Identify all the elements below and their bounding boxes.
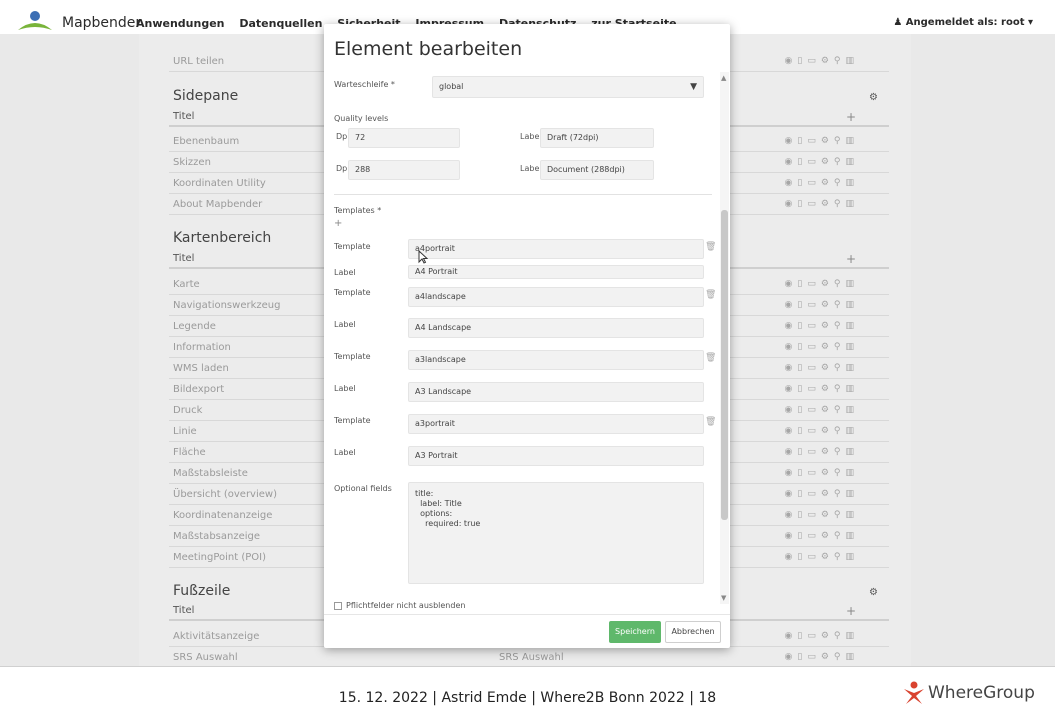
queue-select[interactable]: global ▼ [432, 76, 704, 98]
quality-label-input[interactable]: Draft (72dpi) [540, 128, 654, 148]
brand-name[interactable]: Mapbender [62, 15, 141, 31]
row-actions[interactable]: ◉▯▭⚙⚲▥ [785, 484, 859, 505]
template-label-label: Label [334, 448, 356, 457]
optional-fields-label: Optional fields [334, 484, 392, 493]
row-actions[interactable]: ◉▯▭⚙⚲▥ [785, 442, 859, 463]
template-input[interactable]: a4landscape [408, 287, 704, 307]
template-input[interactable]: a3portrait [408, 414, 704, 434]
template-input[interactable]: a4portrait [408, 239, 704, 259]
quality-label-label: Label [520, 132, 542, 141]
template-label: Template [334, 242, 371, 251]
nav-datasources[interactable]: Datenquellen [239, 17, 322, 30]
divider [334, 194, 712, 195]
row-actions[interactable]: ◉▯▭⚙⚲▥ [785, 274, 859, 295]
nav-applications[interactable]: Anwendungen [136, 17, 225, 30]
trash-icon[interactable]: 🗑 [705, 242, 716, 252]
row-actions[interactable]: ◉▯▭⚙⚲▥ [785, 51, 859, 72]
edit-element-dialog: Element bearbeiten Warteschleife * globa… [324, 24, 730, 648]
template-label-label: Label [334, 384, 356, 393]
save-button[interactable]: Speichern [609, 621, 661, 643]
row-actions[interactable]: ◉▯▭⚙⚲▥ [785, 463, 859, 484]
user-menu[interactable]: ♟ Angemeldet als: root ▾ [893, 17, 1033, 28]
template-label: Template [334, 416, 371, 425]
template-label: Template [334, 288, 371, 297]
template-label-input[interactable]: A3 Portrait [408, 446, 704, 466]
dialog-title: Element bearbeiten [334, 38, 523, 60]
gear-icon[interactable]: ⚙ [869, 92, 878, 103]
chevron-down-icon: ▾ [1027, 17, 1033, 28]
row-actions[interactable]: ◉▯▭⚙⚲▥ [785, 316, 859, 337]
wheregroup-brand: WhereGroup [928, 683, 1035, 703]
row-actions[interactable]: ◉▯▭⚙⚲▥ [785, 421, 859, 442]
cancel-button[interactable]: Abbrechen [665, 621, 721, 643]
row-actions[interactable]: ◉▯▭⚙⚲▥ [785, 337, 859, 358]
template-label-input[interactable]: A4 Portrait [408, 265, 704, 279]
templates-label: Templates * [334, 206, 382, 215]
row-actions[interactable]: ◉▯▭⚙⚲▥ [785, 547, 859, 568]
trash-icon[interactable]: 🗑 [705, 353, 716, 363]
row-actions[interactable]: ◉▯▭⚙⚲▥ [785, 647, 859, 666]
user-label: Angemeldet als: root [905, 17, 1025, 28]
add-element-icon[interactable]: + [846, 107, 856, 127]
mapbender-logo-icon[interactable] [16, 10, 54, 36]
quality-label-label: Label [520, 164, 542, 173]
scroll-down-icon[interactable]: ▼ [721, 594, 726, 602]
row-actions[interactable]: ◉▯▭⚙⚲▥ [785, 358, 859, 379]
scroll-up-icon[interactable]: ▲ [721, 74, 726, 82]
template-input[interactable]: a3landscape [408, 350, 704, 370]
dialog-body: Warteschleife * global ▼ Quality levels … [324, 68, 730, 613]
table-row[interactable]: SRS Auswahl SRS Auswahl ◉▯▭⚙⚲▥ [169, 647, 889, 666]
quality-label-input[interactable]: Document (288dpi) [540, 160, 654, 180]
hide-required-checkbox[interactable] [334, 602, 342, 610]
row-actions[interactable]: ◉▯▭⚙⚲▥ [785, 400, 859, 421]
trash-icon[interactable]: 🗑 [705, 290, 716, 300]
template-label-input[interactable]: A3 Landscape [408, 382, 704, 402]
gear-icon[interactable]: ⚙ [869, 587, 878, 598]
hide-required-label: Pflichtfelder nicht ausblenden [346, 601, 466, 610]
row-actions[interactable]: ◉▯▭⚙⚲▥ [785, 152, 859, 173]
add-element-icon[interactable]: + [846, 601, 856, 621]
row-actions[interactable]: ◉▯▭⚙⚲▥ [785, 379, 859, 400]
dpi-input[interactable]: 288 [348, 160, 460, 180]
chevron-down-icon: ▼ [690, 82, 697, 92]
wheregroup-logo-icon [904, 681, 924, 704]
dialog-footer: Speichern Abbrechen [324, 614, 730, 648]
row-actions[interactable]: ◉▯▭⚙⚲▥ [785, 526, 859, 547]
scrollbar-thumb[interactable] [721, 210, 728, 520]
row-actions[interactable]: ◉▯▭⚙⚲▥ [785, 173, 859, 194]
add-template-icon[interactable]: + [334, 218, 342, 229]
mouse-cursor-icon [418, 250, 428, 264]
queue-label: Warteschleife * [334, 80, 395, 89]
user-icon: ♟ [893, 17, 903, 28]
template-label-input[interactable]: A4 Landscape [408, 318, 704, 338]
row-actions[interactable]: ◉▯▭⚙⚲▥ [785, 295, 859, 316]
trash-icon[interactable]: 🗑 [705, 417, 716, 427]
row-actions[interactable]: ◉▯▭⚙⚲▥ [785, 194, 859, 215]
slide-footer: 15. 12. 2022 | Astrid Emde | Where2B Bon… [0, 666, 1055, 718]
optional-fields-textarea[interactable]: title: label: Title options: required: t… [408, 482, 704, 584]
quality-levels-label: Quality levels [334, 114, 389, 123]
dpi-input[interactable]: 72 [348, 128, 460, 148]
row-actions[interactable]: ◉▯▭⚙⚲▥ [785, 626, 859, 647]
section-title-map-area: Kartenbereich [173, 230, 272, 246]
dialog-scrollbar[interactable]: ▲ ▼ [720, 72, 729, 604]
template-label: Template [334, 352, 371, 361]
section-title-sidepane: Sidepane [173, 88, 239, 104]
row-actions[interactable]: ◉▯▭⚙⚲▥ [785, 505, 859, 526]
template-label-label: Label [334, 320, 356, 329]
row-actions[interactable]: ◉▯▭⚙⚲▥ [785, 131, 859, 152]
slide-caption: 15. 12. 2022 | Astrid Emde | Where2B Bon… [338, 690, 717, 706]
section-title-footer: Fußzeile [173, 583, 231, 599]
template-label-label: Label [334, 268, 356, 277]
add-element-icon[interactable]: + [846, 249, 856, 269]
